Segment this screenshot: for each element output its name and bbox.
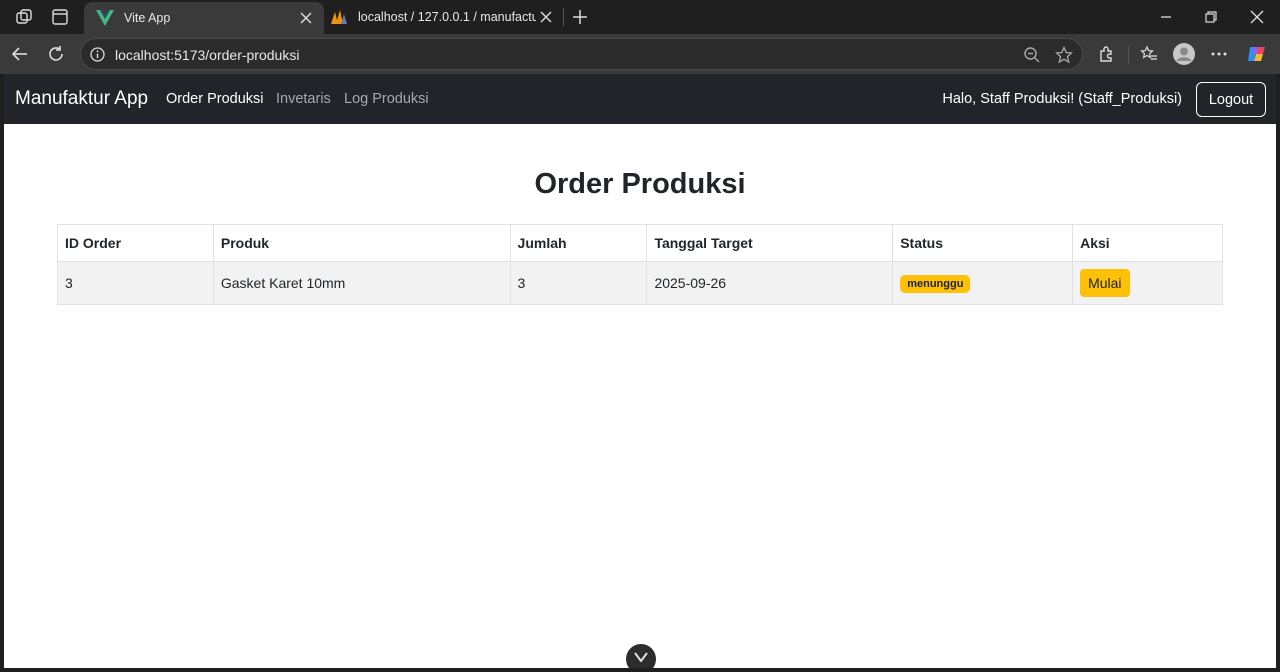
header-produk: Produk: [212, 224, 511, 262]
profile-avatar-icon[interactable]: [1173, 43, 1195, 65]
browser-toolbar: localhost:5173/order-produksi: [0, 34, 1280, 74]
copilot-icon[interactable]: [1246, 43, 1268, 65]
nav-invetaris[interactable]: Invetaris: [276, 91, 331, 107]
header-status: Status: [892, 224, 1074, 262]
page-title: Order Produksi: [534, 168, 746, 200]
header-id-order: ID Order: [57, 224, 214, 262]
cell-aksi: Mulai: [1072, 261, 1223, 305]
user-greeting: Halo, Staff Produksi! (Staff_Produksi): [942, 91, 1182, 107]
close-icon[interactable]: [536, 7, 556, 27]
header-tanggal-target: Tanggal Target: [646, 224, 894, 262]
tab-title: Vite App: [124, 11, 171, 25]
extensions-icon[interactable]: [1096, 43, 1118, 65]
cell-id-order: 3: [57, 261, 214, 305]
tab-vite-app[interactable]: Vite App: [84, 2, 324, 34]
url-text: localhost:5173/order-produksi: [115, 47, 300, 63]
phpmyadmin-icon: [330, 8, 348, 26]
header-aksi: Aksi: [1072, 224, 1223, 262]
tab-phpmyadmin[interactable]: localhost / 127.0.0.1 / manufactur: [324, 0, 564, 34]
minimize-icon[interactable]: [1156, 7, 1176, 27]
start-button[interactable]: Mulai: [1080, 269, 1130, 297]
favorites-list-icon[interactable]: [1138, 43, 1160, 65]
browser-tab-bar: Vite App localhost / 127.0.0.1 / manufac…: [0, 0, 1280, 34]
cell-status: menunggu: [892, 261, 1074, 305]
orders-table: ID Order Produk Jumlah Tanggal Target St…: [57, 224, 1223, 305]
site-info-icon[interactable]: [90, 47, 105, 62]
toolbar-separator: [1128, 46, 1129, 64]
table-header-row: ID Order Produk Jumlah Tanggal Target St…: [57, 224, 1223, 262]
close-icon[interactable]: [296, 8, 316, 28]
table-row: 3 Gasket Karet 10mm 3 2025-09-26 menungg…: [57, 261, 1223, 305]
logout-button[interactable]: Logout: [1196, 82, 1266, 117]
back-icon[interactable]: [9, 43, 31, 65]
reload-icon[interactable]: [45, 43, 67, 65]
vue-logo-icon: [96, 9, 114, 27]
app-brand[interactable]: Manufaktur App: [15, 88, 148, 110]
tab-title: localhost / 127.0.0.1 / manufactur: [358, 10, 536, 24]
new-tab-icon[interactable]: [570, 7, 590, 27]
close-window-icon[interactable]: [1247, 7, 1267, 27]
restore-icon[interactable]: [1201, 7, 1221, 27]
status-badge: menunggu: [900, 274, 971, 293]
cell-jumlah: 3: [509, 261, 648, 305]
cell-produk: Gasket Karet 10mm: [212, 261, 511, 305]
favorite-star-icon[interactable]: [1055, 46, 1073, 64]
workspaces-icon[interactable]: [14, 7, 34, 27]
tab-actions-icon[interactable]: [50, 7, 70, 27]
nav-log-produksi[interactable]: Log Produksi: [344, 91, 429, 107]
vue-devtools-icon[interactable]: [626, 644, 656, 668]
address-bar[interactable]: localhost:5173/order-produksi: [80, 38, 1083, 70]
nav-order-produksi[interactable]: Order Produksi: [166, 91, 264, 107]
tab-separator: [563, 8, 564, 26]
header-jumlah: Jumlah: [509, 224, 648, 262]
app-navbar: Manufaktur App Order Produksi Invetaris …: [4, 74, 1276, 124]
zoom-out-icon[interactable]: [1023, 46, 1041, 64]
more-options-icon[interactable]: [1208, 43, 1230, 65]
cell-tanggal-target: 2025-09-26: [646, 261, 894, 305]
page-viewport: Manufaktur App Order Produksi Invetaris …: [4, 74, 1276, 668]
